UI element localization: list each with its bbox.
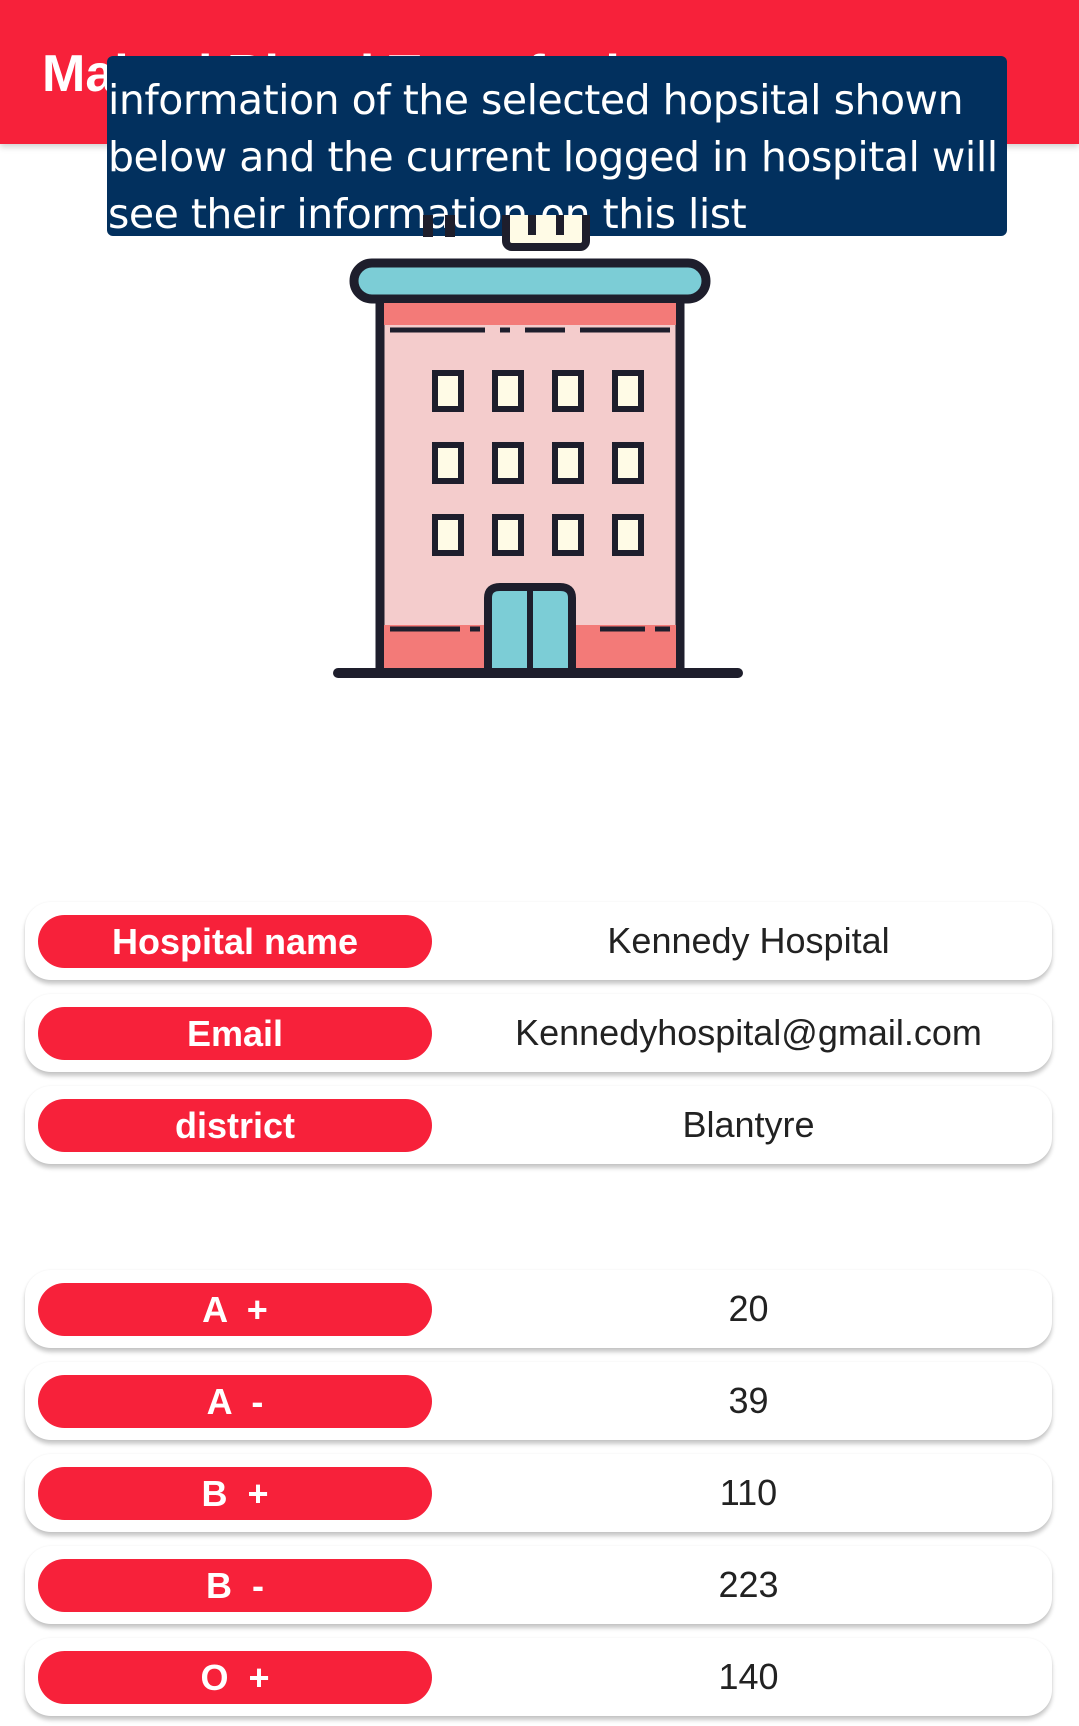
info-row-hospital-name: Hospital name Kennedy Hospital [25,902,1052,980]
email-label: Email [38,1007,432,1060]
blood-type-label: A + [38,1283,432,1336]
blood-type-label: B + [38,1467,432,1520]
blood-type-label: B - [38,1559,432,1612]
blood-row-o-positive: O + 140 [25,1638,1052,1716]
blood-row-b-positive: B + 110 [25,1454,1052,1532]
blood-stock-value: 20 [728,1288,769,1329]
blood-stock-value: 140 [718,1656,779,1697]
blood-stock-value: 110 [719,1472,778,1513]
email-value: Kennedyhospital@gmail.com [515,1012,982,1053]
blood-row-b-negative: B - 223 [25,1546,1052,1624]
district-value: Blantyre [682,1104,815,1145]
hospital-name-value: Kennedy Hospital [607,920,890,961]
district-label: district [38,1099,432,1152]
hospital-name-label: Hospital name [38,915,432,968]
info-row-district: district Blantyre [25,1086,1052,1164]
blood-type-label: O + [38,1651,432,1704]
hospital-building-icon [333,215,743,678]
info-row-email: Email Kennedyhospital@gmail.com [25,994,1052,1072]
blood-stock-value: 39 [728,1380,769,1421]
tooltip: information of the selected hopsital sho… [107,56,1007,238]
blood-row-a-negative: A - 39 [25,1362,1052,1440]
blood-stock-value: 223 [718,1564,779,1605]
blood-type-label: A - [38,1375,432,1428]
blood-row-a-positive: A + 20 [25,1270,1052,1348]
